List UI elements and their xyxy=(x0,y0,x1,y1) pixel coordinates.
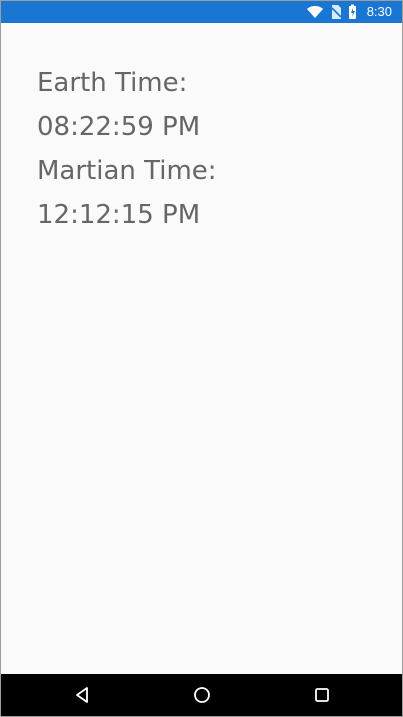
no-sim-icon xyxy=(330,4,342,20)
back-icon xyxy=(73,686,91,704)
battery-charging-icon xyxy=(348,4,357,20)
recent-apps-icon xyxy=(314,687,330,703)
recent-apps-button[interactable] xyxy=(310,683,334,707)
status-time: 8:30 xyxy=(366,4,392,19)
earth-time-label: Earth Time: xyxy=(37,68,188,98)
phone-screen: 8:30 Earth Time: 08:22:59 PM Martian Tim… xyxy=(0,0,403,717)
home-button[interactable] xyxy=(190,683,214,707)
time-display: Earth Time: 08:22:59 PM Martian Time: 12… xyxy=(37,61,367,237)
status-icons: 8:30 xyxy=(306,1,392,23)
main-content: Earth Time: 08:22:59 PM Martian Time: 12… xyxy=(1,23,402,674)
martian-time-value: 12:12:15 PM xyxy=(37,200,201,230)
wifi-icon xyxy=(306,5,324,19)
martian-time-label: Martian Time: xyxy=(37,156,217,186)
navigation-bar xyxy=(1,674,402,716)
back-button[interactable] xyxy=(70,683,94,707)
home-icon xyxy=(193,686,211,704)
earth-time-value: 08:22:59 PM xyxy=(37,112,201,142)
status-bar: 8:30 xyxy=(1,1,402,23)
